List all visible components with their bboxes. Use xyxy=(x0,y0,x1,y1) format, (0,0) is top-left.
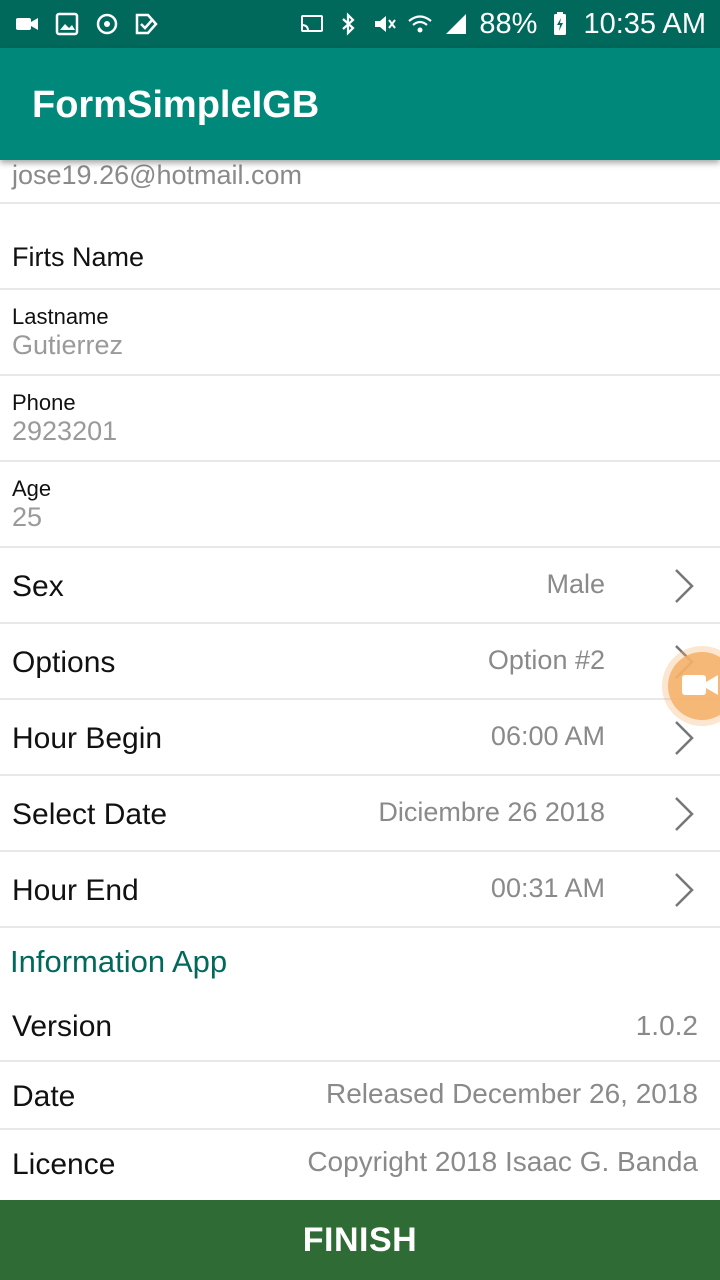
hour-end-row[interactable]: Hour End 00:31 AM xyxy=(0,852,720,928)
email-row[interactable]: jose19.26@hotmail.com xyxy=(0,160,720,204)
options-value: Option #2 xyxy=(487,645,605,675)
wifi-icon xyxy=(407,11,433,37)
version-row: Version 1.0.2 xyxy=(0,992,720,1062)
first-name-field[interactable]: Firts Name xyxy=(0,204,720,290)
age-label: Age xyxy=(12,476,52,501)
options-row[interactable]: Options Option #2 xyxy=(0,624,720,700)
chevron-right-icon xyxy=(675,721,694,755)
cast-icon xyxy=(299,11,325,37)
battery-percent: 88% xyxy=(479,7,538,40)
phone-label: Phone xyxy=(12,390,76,415)
age-field[interactable]: Age 25 xyxy=(0,462,720,548)
chevron-right-icon xyxy=(675,569,694,603)
email-value: jose19.26@hotmail.com xyxy=(12,160,303,190)
phone-field[interactable]: Phone 2923201 xyxy=(0,376,720,462)
licence-row: Licence Copyright 2018 Isaac G. Banda xyxy=(0,1130,720,1200)
select-date-value: Diciembre 26 2018 xyxy=(378,797,605,827)
image-icon xyxy=(54,11,80,37)
options-label: Options xyxy=(12,646,116,679)
finish-button[interactable]: FINISH xyxy=(0,1200,720,1280)
hour-begin-value: 06:00 AM xyxy=(490,721,605,751)
lastname-field[interactable]: Lastname Gutierrez xyxy=(0,290,720,376)
date-value: Released December 26, 2018 xyxy=(325,1078,698,1109)
chevron-right-icon xyxy=(675,797,694,831)
information-section-title: Information App xyxy=(10,944,228,979)
version-label: Version xyxy=(12,1010,113,1043)
first-name-label: Firts Name xyxy=(12,242,145,272)
mute-icon xyxy=(371,11,397,37)
form-content[interactable]: jose19.26@hotmail.com Firts Name Lastnam… xyxy=(0,160,720,1200)
version-value: 1.0.2 xyxy=(635,1010,698,1041)
signal-icon xyxy=(443,11,469,37)
clock: 10:35 AM xyxy=(583,7,706,40)
sync-icon xyxy=(94,11,120,37)
date-label: Date xyxy=(12,1080,76,1113)
licence-label: Licence xyxy=(12,1148,116,1181)
sex-label: Sex xyxy=(12,570,64,603)
select-date-label: Select Date xyxy=(12,798,168,831)
select-date-row[interactable]: Select Date Diciembre 26 2018 xyxy=(0,776,720,852)
video-icon xyxy=(14,11,40,37)
app-title: FormSimpleIGB xyxy=(32,84,320,126)
status-bar: 88% 10:35 AM xyxy=(0,0,720,48)
hour-begin-label: Hour Begin xyxy=(12,722,163,755)
sex-value: Male xyxy=(546,569,605,599)
checkmark-icon xyxy=(134,11,160,37)
licence-value: Copyright 2018 Isaac G. Banda xyxy=(307,1146,698,1177)
sex-row[interactable]: Sex Male xyxy=(0,548,720,624)
app-bar: FormSimpleIGB xyxy=(0,48,720,160)
lastname-label: Lastname xyxy=(12,304,109,329)
lastname-value: Gutierrez xyxy=(12,330,124,360)
hour-begin-row[interactable]: Hour Begin 06:00 AM xyxy=(0,700,720,776)
age-value: 25 xyxy=(12,502,43,532)
battery-icon xyxy=(547,11,573,37)
video-camera-icon xyxy=(682,675,718,695)
bluetooth-icon xyxy=(335,11,361,37)
date-row: Date Released December 26, 2018 xyxy=(0,1062,720,1130)
phone-value: 2923201 xyxy=(12,416,118,446)
hour-end-label: Hour End xyxy=(12,874,139,907)
chevron-right-icon xyxy=(675,873,694,907)
hour-end-value: 00:31 AM xyxy=(490,873,605,903)
